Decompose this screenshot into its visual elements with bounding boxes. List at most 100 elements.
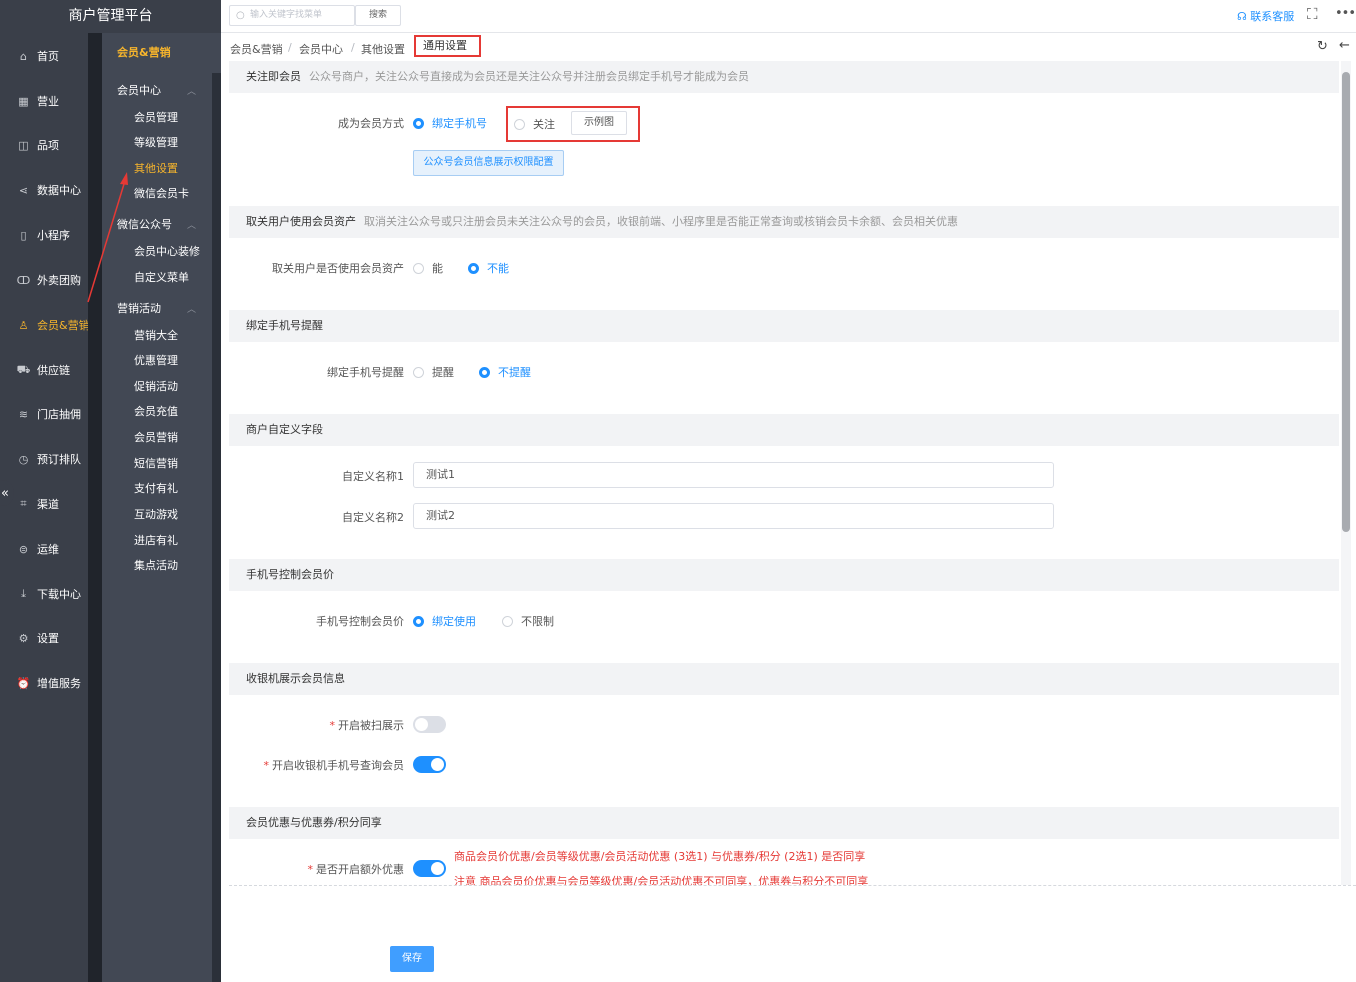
sub-wechat-card[interactable]: 微信会员卡	[102, 183, 212, 205]
nav-settings[interactable]: ⚙ 设置	[0, 623, 100, 653]
radio-dot	[413, 262, 424, 274]
custom-name-1-input[interactable]: 测试1	[413, 462, 1054, 488]
nav-home[interactable]: ⌂ 首页	[0, 41, 100, 71]
toggle-knob	[415, 718, 428, 731]
section-unfollow-assets: 取关用户使用会员资产 取消关注公众号或只注册会员未关注公众号的会员，收银前端、小程…	[229, 206, 1339, 238]
section-cashier-member-info: 收银机展示会员信息	[229, 663, 1339, 695]
sub-discount-management[interactable]: 优惠管理	[102, 350, 212, 372]
bind-phone-reminder-label: 绑定手机号提醒	[327, 366, 404, 379]
group-wechat-official[interactable]: 微信公众号 ︿	[102, 213, 212, 235]
nav-channel[interactable]: ⌗ 渠道	[0, 489, 100, 519]
sub-promotion[interactable]: 促销活动	[102, 376, 212, 398]
sub-points-activity[interactable]: 集点活动	[102, 555, 212, 577]
nav-download[interactable]: ⤓ 下载中心	[0, 579, 100, 609]
cashier-phone-query-toggle[interactable]	[413, 756, 446, 773]
contact-support-link[interactable]: ☊ 联系客服	[1237, 8, 1294, 24]
custom-name-2-label: 自定义名称2	[342, 511, 404, 524]
extra-discount-toggle[interactable]	[413, 860, 446, 877]
custom-name-1-label: 自定义名称1	[342, 470, 404, 483]
arrow-left-icon[interactable]: ←	[1339, 38, 1350, 53]
fullscreen-icon[interactable]: ⛶	[1307, 5, 1318, 23]
required-mark: *	[263, 759, 270, 772]
scan-display-toggle[interactable]	[413, 716, 446, 733]
share-icon: ⋖	[18, 183, 29, 197]
sub-store-gift[interactable]: 进店有礼	[102, 530, 212, 552]
content-scrollbar-thumb[interactable]	[1342, 72, 1350, 532]
crop-icon: ⌗	[20, 497, 27, 510]
sub-member-management[interactable]: 会员管理	[102, 107, 212, 129]
radio-follow[interactable]: 关注	[514, 116, 555, 132]
breadcrumb: 会员&营销 / 会员中心 / 其他设置 通用设置 ↻ ←	[221, 33, 1356, 61]
sub-custom-menu[interactable]: 自定义菜单	[102, 267, 212, 289]
nav-supply-chain[interactable]: ⛟ 供应链	[0, 355, 100, 385]
menu-search-input[interactable]: ○ 输入关键字找菜单	[229, 5, 355, 26]
breadcrumb-current: 通用设置	[414, 35, 481, 57]
radio-unlimited[interactable]: 不限制	[502, 613, 554, 629]
alarm-icon: ⏰	[16, 676, 31, 690]
home-icon: ⌂	[20, 49, 27, 63]
nav-delivery[interactable]: ↀ 外卖团购	[0, 265, 100, 295]
radio-no-remind[interactable]: 不提醒	[479, 364, 531, 380]
custom-name-2-input[interactable]: 测试2	[413, 503, 1054, 529]
sub-marketing-all[interactable]: 营销大全	[102, 325, 212, 347]
radio-cannot[interactable]: 不能	[468, 260, 509, 276]
nav-value-added[interactable]: ⏰ 增值服务	[0, 668, 100, 698]
section-custom-fields: 商户自定义字段	[229, 414, 1339, 446]
user-icon: ♙	[18, 318, 29, 332]
sub-other-settings[interactable]: 其他设置	[102, 158, 212, 180]
radio-remind[interactable]: 提醒	[413, 364, 454, 380]
sub-member-recharge[interactable]: 会员充值	[102, 401, 212, 423]
secondary-sidebar-title: 会员&营销	[117, 46, 171, 59]
chevron-up-icon: ︿	[186, 220, 196, 231]
scan-display-label: * 开启被扫展示	[329, 719, 405, 732]
section-bind-phone-reminder: 绑定手机号提醒	[229, 310, 1339, 342]
sub-level-management[interactable]: 等级管理	[102, 132, 212, 154]
calendar-icon: ▦	[18, 94, 29, 108]
radio-can[interactable]: 能	[413, 260, 443, 276]
discount-share-warning: 注意 商品会员价优惠与会员等级优惠/会员活动优惠不可同享，优惠券与积分不可同享	[454, 875, 869, 885]
sub-interactive-game[interactable]: 互动游戏	[102, 504, 212, 526]
sub-pay-gift[interactable]: 支付有礼	[102, 478, 212, 500]
save-button[interactable]: 保存	[390, 946, 434, 972]
gear-icon: ⚙	[18, 631, 29, 645]
group-member-center[interactable]: 会员中心 ︿	[102, 79, 212, 101]
cashier-phone-query-label: * 开启收银机手机号查询会员	[263, 759, 405, 772]
sub-sms-marketing[interactable]: 短信营销	[102, 453, 212, 475]
refresh-icon[interactable]: ↻	[1317, 39, 1328, 54]
demo-image-button[interactable]: 示例图	[571, 111, 627, 135]
bag-icon: ◫	[18, 138, 29, 152]
nav-commission[interactable]: ≋ 门店抽佣	[0, 399, 100, 429]
search-button[interactable]: 搜索	[355, 5, 401, 26]
headset-icon: ☊	[1237, 10, 1247, 23]
secondary-sidebar-rail	[212, 33, 221, 982]
group-marketing[interactable]: 营销活动 ︿	[102, 297, 212, 319]
permission-config-button[interactable]: 公众号会员信息展示权限配置	[413, 150, 564, 176]
breadcrumb-other-settings[interactable]: 其他设置	[361, 41, 405, 57]
radio-bind-use[interactable]: 绑定使用	[413, 613, 476, 629]
breadcrumb-separator: /	[351, 41, 355, 54]
breadcrumb-member-center[interactable]: 会员中心	[299, 41, 343, 57]
nav-data-center[interactable]: ⋖ 数据中心	[0, 175, 100, 205]
bike-icon: ↀ	[16, 273, 31, 287]
top-bar: ○ 输入关键字找菜单 搜索 ☊ 联系客服 ⛶ •••	[221, 0, 1356, 33]
nav-ops[interactable]: ⊜ 运维	[0, 534, 100, 564]
sidebar-divider	[88, 33, 102, 982]
phone-member-price-label: 手机号控制会员价	[316, 615, 404, 628]
primary-sidebar: ⌂ 首页 ▦ 营业 ◫ 品项 ⋖ 数据中心 ▯ 小程序 ↀ 外卖团购 ♙ 会员&营销 ⛟ 供应链…	[0, 33, 90, 982]
radio-bind-phone[interactable]: 绑定手机号	[413, 115, 487, 131]
toggle-knob	[431, 862, 444, 875]
nav-reservation[interactable]: ◷ 预订排队	[0, 444, 100, 474]
nav-business[interactable]: ▦ 营业	[0, 86, 100, 116]
sub-member-marketing[interactable]: 会员营销	[102, 427, 212, 449]
download-icon: ⤓	[21, 587, 26, 600]
nav-miniprogram[interactable]: ▯ 小程序	[0, 220, 100, 250]
nav-member-marketing[interactable]: ♙ 会员&营销	[0, 310, 100, 340]
secondary-sidebar-rail-top	[212, 33, 221, 73]
settings-form: 关注即会员 公众号商户，关注公众号直接成为会员还是关注公众号并注册会员绑定手机号才…	[229, 61, 1339, 885]
nav-items[interactable]: ◫ 品项	[0, 130, 100, 160]
sub-member-center-decor[interactable]: 会员中心装修	[102, 241, 212, 263]
footer-divider	[229, 885, 1356, 886]
clock-icon: ◷	[18, 452, 29, 466]
breadcrumb-member-marketing[interactable]: 会员&营销	[230, 41, 283, 57]
more-icon[interactable]: •••	[1335, 6, 1356, 21]
